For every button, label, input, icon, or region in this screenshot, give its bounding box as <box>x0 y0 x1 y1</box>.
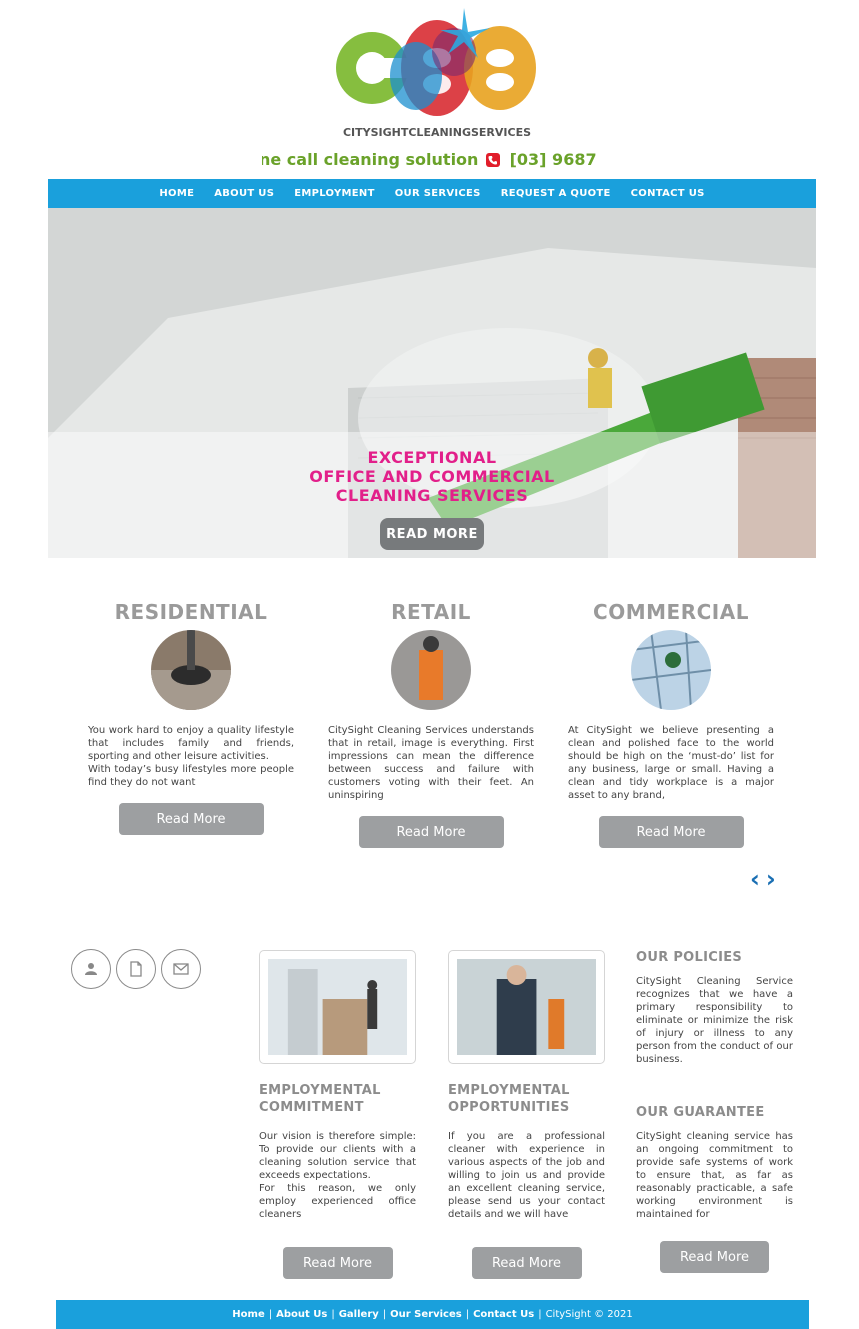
footer: Home | About Us | Gallery | Our Services… <box>56 1300 809 1329</box>
phone-number[interactable]: [03] 9687 <box>510 150 597 169</box>
service-title: RESIDENTIAL <box>114 600 268 624</box>
nav-employment[interactable]: EMPLOYMENT <box>294 188 375 199</box>
copyright: CitySight © 2021 <box>545 1309 633 1320</box>
card-title: EMPLOYMENTAL COMMITMENT <box>259 1083 381 1115</box>
commitment-image <box>268 959 407 1055</box>
footer-separator: | <box>382 1309 387 1320</box>
opportunities-read-more-button[interactable]: Read More <box>471 1247 582 1279</box>
policies-title: OUR POLICIES <box>636 950 743 965</box>
employment-commitment-card: EMPLOYMENTAL COMMITMENT Our vision is th… <box>259 950 416 1279</box>
logo-graphic: CITYSIGHTCLEANINGSERVICES <box>336 8 536 139</box>
hero-line-2: OFFICE AND COMMERCIAL <box>309 467 555 486</box>
hero-line-3: CLEANING SERVICES <box>335 486 529 505</box>
nav-request-quote[interactable]: REQUEST A QUOTE <box>501 188 611 199</box>
svg-text:CITYSIGHTCLEANINGSERVICES: CITYSIGHTCLEANINGSERVICES <box>343 126 531 139</box>
nav-about-us[interactable]: ABOUT US <box>214 188 274 199</box>
opportunities-image <box>457 959 596 1055</box>
quick-links <box>71 949 201 989</box>
card-text: Our vision is therefore simple: To provi… <box>259 1131 416 1181</box>
footer-separator: | <box>268 1309 273 1320</box>
retail-read-more-button[interactable]: Read More <box>358 816 504 848</box>
service-title: RETAIL <box>391 600 471 624</box>
hero-headline: EXCEPTIONAL OFFICE AND COMMERCIAL CLEANI… <box>48 448 816 505</box>
residential-read-more-button[interactable]: Read More <box>118 803 264 835</box>
envelope-icon[interactable] <box>161 949 201 989</box>
footer-separator: | <box>465 1309 470 1320</box>
document-icon[interactable] <box>116 949 156 989</box>
card-title: EMPLOYMENTAL OPPORTUNITIES <box>448 1083 570 1115</box>
tagline-marquee: one call cleaning solution [03] 9687 <box>262 150 607 170</box>
service-text: You work hard to enjoy a quality lifesty… <box>88 725 294 762</box>
hero-slider[interactable]: EXCEPTIONAL OFFICE AND COMMERCIAL CLEANI… <box>48 208 816 558</box>
service-text-2: With today’s busy lifestyles more people… <box>88 764 294 788</box>
employment-opportunities-card: EMPLOYMENTAL OPPORTUNITIES If you are a … <box>448 950 605 1279</box>
service-retail: RETAIL CitySight Cleaning Services under… <box>326 600 536 848</box>
hero-read-more-button[interactable]: READ MORE <box>380 518 484 550</box>
policies-text: CitySight Cleaning Service recognizes th… <box>636 976 793 1065</box>
commitment-read-more-button[interactable]: Read More <box>282 1247 393 1279</box>
footer-separator: | <box>538 1309 542 1320</box>
footer-link-home[interactable]: Home <box>232 1309 264 1320</box>
phone-icon <box>486 153 501 167</box>
commercial-read-more-button[interactable]: Read More <box>598 816 744 848</box>
chevron-left-icon[interactable]: ‹ <box>750 867 760 891</box>
main-nav: HOME ABOUT US EMPLOYMENT OUR SERVICES RE… <box>48 179 816 208</box>
service-residential: RESIDENTIAL You work hard to enjoy a qua… <box>86 600 296 835</box>
footer-link-about-us[interactable]: About Us <box>276 1309 327 1320</box>
footer-link-contact-us[interactable]: Contact Us <box>473 1309 534 1320</box>
service-text: CitySight Cleaning Services understands … <box>328 725 534 801</box>
policies-block: OUR POLICIES CitySight Cleaning Service … <box>636 950 793 1066</box>
policies-read-more-button[interactable]: Read More <box>660 1241 769 1273</box>
card-text-2: For this reason, we only employ experien… <box>259 1183 416 1220</box>
site-logo[interactable]: CITYSIGHTCLEANINGSERVICES <box>334 6 540 140</box>
commercial-image <box>631 630 711 710</box>
footer-link-gallery[interactable]: Gallery <box>339 1309 379 1320</box>
service-text: At CitySight we believe presenting a cle… <box>568 725 774 801</box>
commitment-image-frame <box>259 950 416 1064</box>
hero-line-1: EXCEPTIONAL <box>367 448 497 467</box>
footer-separator: | <box>331 1309 335 1320</box>
residential-image <box>151 630 231 710</box>
retail-image <box>391 630 471 710</box>
chevron-right-icon[interactable]: › <box>766 867 776 891</box>
nav-our-services[interactable]: OUR SERVICES <box>395 188 481 199</box>
carousel-arrows: ‹ › <box>750 867 790 891</box>
nav-home[interactable]: HOME <box>159 188 194 199</box>
nav-contact-us[interactable]: CONTACT US <box>631 188 705 199</box>
guarantee-title: OUR GUARANTEE <box>636 1105 765 1120</box>
service-title: COMMERCIAL <box>593 600 749 624</box>
tagline-text: one call cleaning solution <box>262 150 479 169</box>
user-icon[interactable] <box>71 949 111 989</box>
footer-link-our-services[interactable]: Our Services <box>390 1309 462 1320</box>
opportunities-image-frame <box>448 950 605 1064</box>
guarantee-text: CitySight cleaning service has an ongoin… <box>636 1131 793 1220</box>
card-text: If you are a professional cleaner with e… <box>448 1131 605 1220</box>
guarantee-block: OUR GUARANTEE CitySight cleaning service… <box>636 1105 793 1221</box>
service-commercial: COMMERCIAL At CitySight we believe prese… <box>566 600 776 848</box>
